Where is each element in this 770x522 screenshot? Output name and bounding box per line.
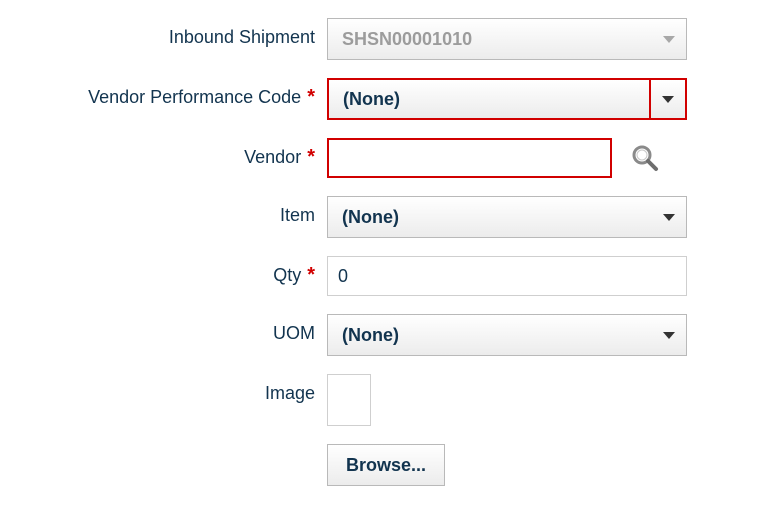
chevron-down-icon xyxy=(662,96,674,103)
qty-input[interactable] xyxy=(327,256,687,296)
item-select[interactable]: (None) xyxy=(327,196,687,238)
image-preview xyxy=(327,374,371,426)
inbound-shipment-value: SHSN00001010 xyxy=(328,29,650,50)
vendor-perf-code-select[interactable]: (None) xyxy=(327,78,687,120)
vendor-perf-code-value: (None) xyxy=(329,89,649,110)
uom-value: (None) xyxy=(328,325,650,346)
chevron-down-icon xyxy=(663,36,675,43)
image-label: Image xyxy=(265,383,315,404)
required-asterisk: * xyxy=(307,265,315,285)
required-asterisk: * xyxy=(307,87,315,107)
qty-label: Qty xyxy=(273,265,301,286)
inbound-shipment-label: Inbound Shipment xyxy=(169,27,315,48)
vendor-input[interactable] xyxy=(327,138,612,178)
vendor-label: Vendor xyxy=(244,147,301,168)
search-icon xyxy=(630,143,660,173)
vendor-lookup-button[interactable] xyxy=(630,143,660,173)
inbound-shipment-select: SHSN00001010 xyxy=(327,18,687,60)
vendor-perf-code-label: Vendor Performance Code xyxy=(88,87,301,108)
required-asterisk: * xyxy=(307,147,315,167)
item-label: Item xyxy=(280,205,315,226)
browse-button[interactable]: Browse... xyxy=(327,444,445,486)
item-value: (None) xyxy=(328,207,650,228)
chevron-down-icon xyxy=(663,332,675,339)
uom-label: UOM xyxy=(273,323,315,344)
uom-select[interactable]: (None) xyxy=(327,314,687,356)
chevron-down-icon xyxy=(663,214,675,221)
